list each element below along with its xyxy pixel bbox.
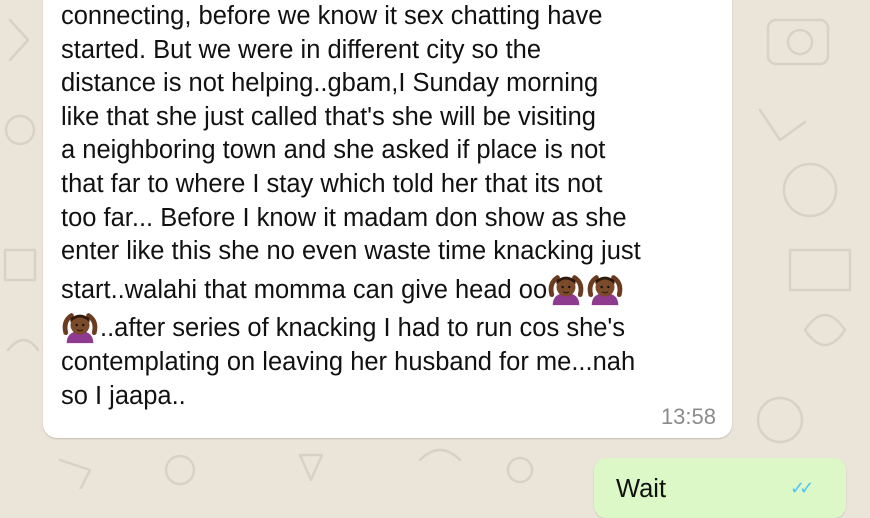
person-gesturing-ok-icon (62, 313, 98, 344)
message-text: connecting, before we know it sex chatti… (61, 0, 721, 413)
message-line: contemplating on leaving her husband for… (61, 347, 636, 376)
message-line: start..walahi that momma can give head o… (61, 275, 548, 304)
incoming-message-bubble[interactable]: connecting, before we know it sex chatti… (43, 0, 732, 438)
message-line: ..after series of knacking I had to run … (100, 314, 626, 343)
person-gesturing-ok-icon (587, 274, 623, 305)
message-line: like that she just called that's she wil… (61, 102, 596, 131)
message-line: too far... Before I know it madam don sh… (61, 203, 627, 232)
outgoing-message-bubble[interactable]: Wait ✓✓ (594, 458, 846, 518)
person-gesturing-ok-icon (548, 274, 584, 305)
message-line: started. But we were in different city s… (61, 35, 542, 64)
message-line: so I jaapa.. (61, 381, 186, 410)
outgoing-message-text: Wait (616, 475, 667, 503)
message-line: connecting, before we know it sex chatti… (61, 2, 603, 30)
message-line: a neighboring town and she asked if plac… (61, 136, 606, 165)
message-line: enter like this she no even waste time k… (61, 237, 641, 266)
message-timestamp: 13:58 (660, 404, 716, 429)
message-line: that far to where I stay which told her … (61, 169, 603, 198)
message-line: distance is not helping..gbam,I Sunday m… (61, 69, 599, 98)
